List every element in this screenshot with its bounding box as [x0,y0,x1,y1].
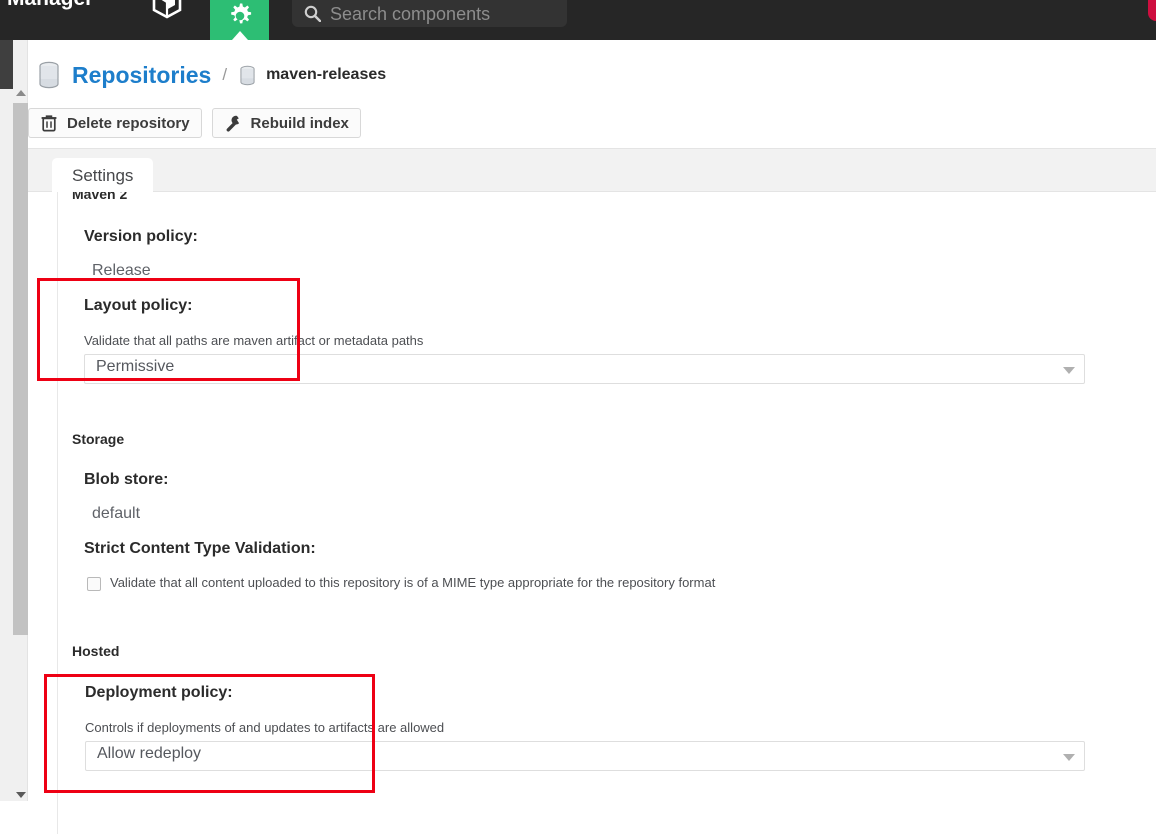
breadcrumb-repositories-link[interactable]: Repositories [72,62,211,89]
brand-title: Manager [7,0,93,11]
chevron-down-icon[interactable] [1063,367,1075,374]
top-navigation-bar: Manager [0,0,1156,40]
settings-form: Maven 2 Version policy: Release Layout p… [28,192,1156,834]
breadcrumb: Repositories / maven-releases [36,58,386,92]
version-policy-value: Release [92,262,151,280]
delete-repository-label: Delete repository [67,115,190,132]
left-rail-gutter [0,89,13,801]
page-header: Repositories / maven-releases [28,40,1156,148]
blob-store-label: Blob store: [84,471,168,489]
breadcrumb-current-repository: maven-releases [266,66,386,84]
gear-icon [227,3,253,29]
chevron-down-icon[interactable] [16,792,26,798]
trash-icon [40,113,58,133]
group-title-hosted: Hosted [72,643,119,659]
rebuild-index-label: Rebuild index [251,115,349,132]
scrollbar-thumb[interactable] [13,103,28,635]
page-toolbar: Delete repository Rebuild index [28,108,361,138]
deployment-policy-help: Controls if deployments of and updates t… [85,720,444,735]
blob-store-value: default [92,505,140,523]
deployment-policy-select[interactable]: Allow redeploy [85,741,1085,771]
vertical-scrollbar[interactable] [13,40,28,801]
left-rail [0,40,13,89]
search-icon [304,5,321,22]
tab-administration[interactable] [210,0,269,40]
layout-policy-label: Layout policy: [84,297,192,315]
strict-content-type-validation-checkbox[interactable] [87,577,101,591]
active-tab-caret-icon [232,31,248,40]
rebuild-index-button[interactable]: Rebuild index [212,108,361,138]
search-components-box[interactable] [292,0,567,27]
wrench-icon [224,113,242,133]
nexus-repository-manager-window: Manager [0,0,1156,834]
panel-left-border [57,192,58,834]
strict-content-type-validation-label: Strict Content Type Validation: [84,540,316,558]
left-rail-foot [0,801,13,834]
database-icon [238,65,257,86]
layout-policy-selected-value: Permissive [96,358,174,376]
layout-policy-help: Validate that all paths are maven artifa… [84,333,423,348]
strict-content-type-validation-checkbox-label: Validate that all content uploaded to th… [110,575,715,590]
delete-repository-button[interactable]: Delete repository [28,108,202,138]
tab-settings[interactable]: Settings [52,158,153,194]
chevron-up-icon[interactable] [16,90,26,96]
breadcrumb-separator: / [222,65,227,85]
layout-policy-select[interactable]: Permissive [84,354,1085,384]
chevron-down-icon[interactable] [1063,754,1075,761]
deployment-policy-selected-value: Allow redeploy [97,745,201,763]
strict-content-type-validation-row[interactable]: Validate that all content uploaded to th… [87,575,715,591]
tab-settings-label: Settings [72,166,133,186]
tab-strip: Settings [28,148,1156,192]
search-input[interactable] [330,3,555,25]
deployment-policy-label: Deployment policy: [85,684,233,702]
cube-icon[interactable] [148,0,186,23]
group-title-maven2: Maven 2 [72,192,127,202]
notification-badge[interactable] [1148,0,1156,21]
version-policy-label: Version policy: [84,228,198,246]
database-icon [36,61,62,89]
group-title-storage: Storage [72,431,124,447]
